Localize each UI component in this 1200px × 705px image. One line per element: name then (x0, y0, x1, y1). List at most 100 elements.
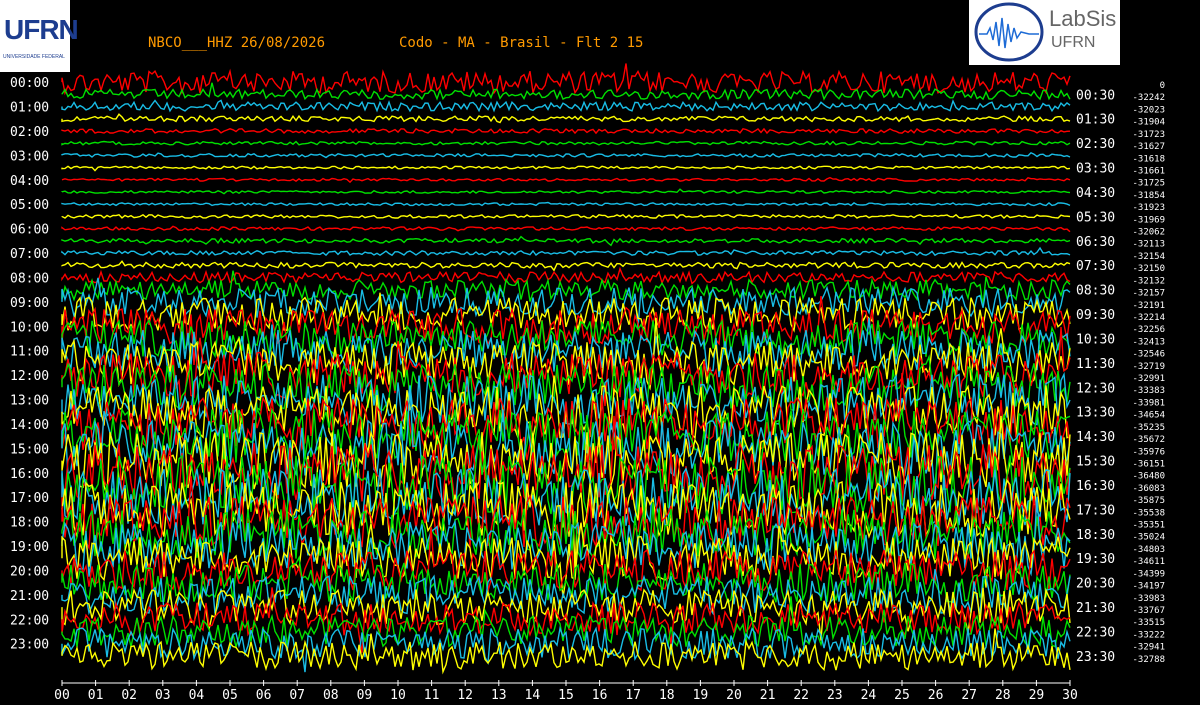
offset-label: -33981 (1132, 398, 1165, 408)
left-label: 13:00 (10, 394, 49, 409)
right-label: 12:30 (1076, 381, 1115, 396)
right-label: 02:30 (1076, 137, 1115, 152)
offset-label: -31627 (1132, 142, 1165, 152)
trace-row-7 (61, 165, 1071, 172)
offset-label: -32191 (1132, 301, 1165, 311)
right-label: 19:30 (1076, 552, 1115, 567)
offset-label: -34803 (1132, 545, 1165, 555)
offset-label: -31969 (1132, 215, 1165, 225)
x-tick-label: 00 (54, 688, 70, 703)
offset-label: -32150 (1132, 264, 1165, 274)
x-tick-label: 06 (256, 688, 272, 703)
offset-label: -31618 (1132, 154, 1165, 164)
offset-label: -35024 (1132, 533, 1165, 543)
trace-row-15 (61, 260, 1071, 272)
trace-row-11 (61, 213, 1071, 219)
x-tick-label: 24 (861, 688, 877, 703)
left-label: 07:00 (10, 247, 49, 262)
left-label: 00:00 (10, 76, 49, 91)
x-tick-label: 28 (995, 688, 1011, 703)
x-tick-label: 14 (525, 688, 541, 703)
x-tick-label: 25 (894, 688, 910, 703)
left-label: 01:00 (10, 101, 49, 116)
left-label: 04:00 (10, 174, 49, 189)
left-label: 06:00 (10, 223, 49, 238)
offset-label: -32023 (1132, 105, 1165, 115)
x-tick-label: 26 (928, 688, 944, 703)
x-tick-label: 19 (693, 688, 709, 703)
right-label: 01:30 (1076, 113, 1115, 128)
offset-label: -33767 (1132, 606, 1165, 616)
right-label: 04:30 (1076, 186, 1115, 201)
left-label: 10:00 (10, 320, 49, 335)
x-tick-label: 20 (726, 688, 742, 703)
left-label: 23:00 (10, 638, 49, 653)
left-label: 14:00 (10, 418, 49, 433)
right-label: 03:30 (1076, 162, 1115, 177)
offset-label: -31725 (1132, 179, 1165, 189)
left-label: 21:00 (10, 589, 49, 604)
offset-label: -31854 (1132, 191, 1165, 201)
left-label: 12:00 (10, 369, 49, 384)
right-label: 15:30 (1076, 455, 1115, 470)
trace-row-3 (61, 113, 1071, 124)
offset-label: -34197 (1132, 582, 1165, 592)
x-tick-label: 16 (592, 688, 608, 703)
right-label: 00:30 (1076, 88, 1115, 103)
offset-label: -36151 (1132, 459, 1165, 469)
offset-label: -36083 (1132, 484, 1165, 494)
left-label: 05:00 (10, 198, 49, 213)
seismic-traces (61, 63, 1071, 675)
left-label: 15:00 (10, 442, 49, 457)
offset-label: -32788 (1132, 655, 1165, 665)
offset-label: -35351 (1132, 521, 1165, 531)
offset-label: -32719 (1132, 362, 1165, 372)
offset-label: -32113 (1132, 240, 1165, 250)
right-label: 07:30 (1076, 259, 1115, 274)
offset-label: -36480 (1132, 472, 1165, 482)
offset-label: -32256 (1132, 325, 1165, 335)
offset-label: -35235 (1132, 423, 1165, 433)
trace-row-9 (61, 188, 1071, 195)
offset-label: -32132 (1132, 276, 1165, 286)
x-tick-label: 05 (222, 688, 238, 703)
right-label: 22:30 (1076, 625, 1115, 640)
left-label: 11:00 (10, 345, 49, 360)
trace-row-4 (61, 127, 1071, 135)
x-tick-label: 02 (121, 688, 137, 703)
offset-label: -34611 (1132, 557, 1165, 567)
x-tick-label: 29 (1029, 688, 1045, 703)
left-label: 18:00 (10, 516, 49, 531)
x-tick-label: 17 (625, 688, 641, 703)
trace-row-2 (61, 99, 1071, 113)
x-tick-label: 07 (289, 688, 305, 703)
offset-label: -31723 (1132, 130, 1165, 140)
trace-row-8 (61, 176, 1071, 184)
offset-label: -33983 (1132, 594, 1165, 604)
right-label: 08:30 (1076, 284, 1115, 299)
right-label: 14:30 (1076, 430, 1115, 445)
right-label: 10:30 (1076, 332, 1115, 347)
offset-label: -35672 (1132, 435, 1165, 445)
x-tick-label: 03 (155, 688, 171, 703)
right-label: 13:30 (1076, 406, 1115, 421)
left-time-axis: 00:00 01:00 02:00 03:00 04:00 05:00 06:00 07:00… (10, 76, 49, 653)
x-tick-label: 21 (760, 688, 776, 703)
left-label: 03:00 (10, 149, 49, 164)
right-label: 09:30 (1076, 308, 1115, 323)
right-label: 05:30 (1076, 210, 1115, 225)
left-label: 19:00 (10, 540, 49, 555)
offset-label: -33515 (1132, 618, 1165, 628)
left-label: 02:00 (10, 125, 49, 140)
left-label: 22:00 (10, 613, 49, 628)
right-label: 17:30 (1076, 503, 1115, 518)
offset-label: -33222 (1132, 630, 1165, 640)
x-tick-label: 27 (961, 688, 977, 703)
x-tick-label: 01 (88, 688, 104, 703)
x-tick-label: 30 (1062, 688, 1078, 703)
offset-label: -32546 (1132, 350, 1165, 360)
x-tick-label: 13 (491, 688, 507, 703)
offset-label: -32242 (1132, 93, 1165, 103)
offset-label: -35875 (1132, 496, 1165, 506)
offset-label: -35976 (1132, 447, 1165, 457)
